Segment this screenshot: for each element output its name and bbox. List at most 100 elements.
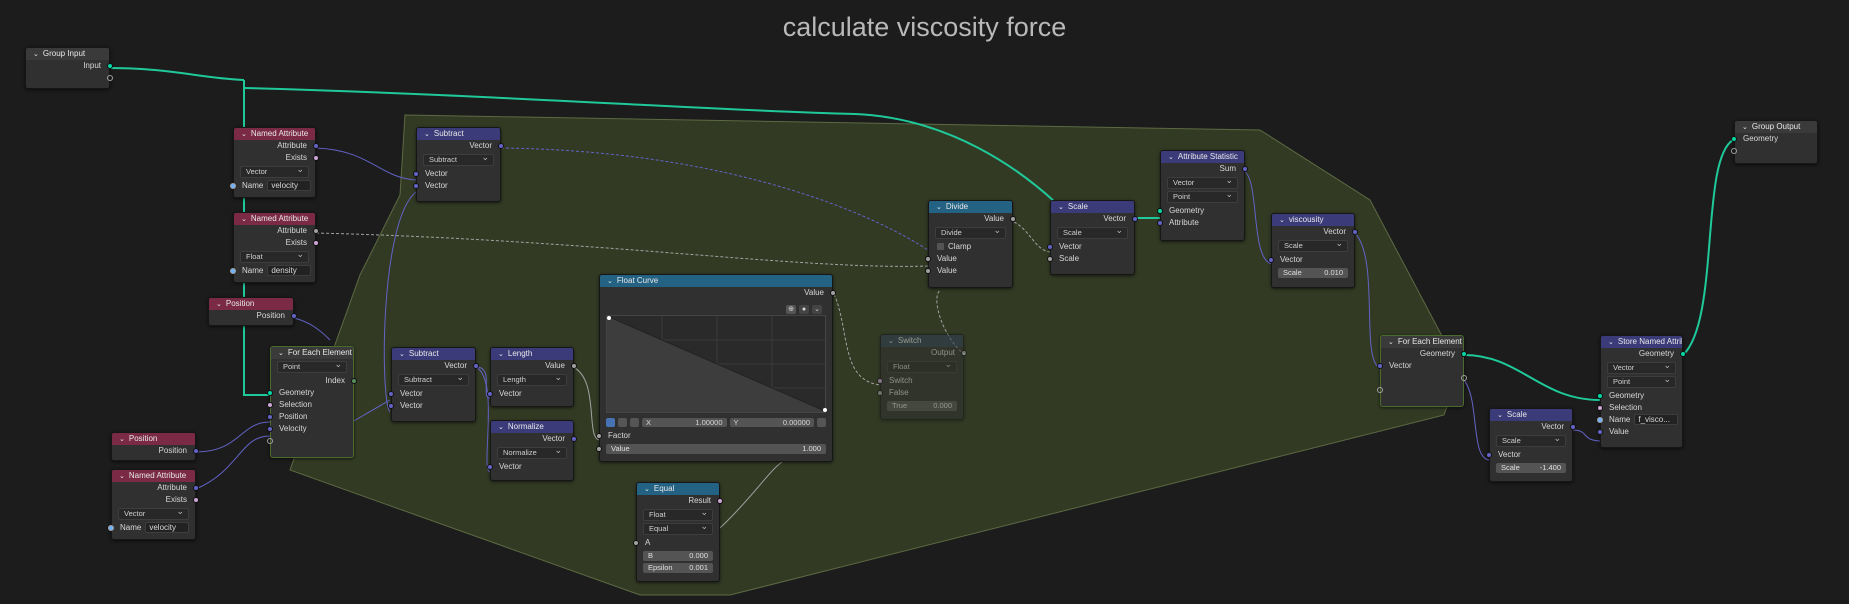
operation-dropdown[interactable]: Subtract bbox=[423, 152, 494, 166]
for-each-element-node[interactable]: ⌄ For Each Element Geometry Vector bbox=[1377, 335, 1467, 407]
chevron-down-icon[interactable]: ⌄ bbox=[1742, 122, 1748, 133]
chevron-down-icon[interactable]: ⌄ bbox=[119, 434, 125, 445]
chevron-down-icon[interactable]: ⌄ bbox=[936, 202, 942, 213]
boolean-socket[interactable] bbox=[877, 378, 883, 384]
true-field[interactable]: True 0.000 bbox=[887, 401, 957, 411]
string-socket[interactable] bbox=[108, 525, 114, 531]
chevron-down-icon[interactable]: ⌄ bbox=[1168, 152, 1174, 163]
node-header[interactable]: ⌄ Subtract bbox=[392, 348, 475, 360]
y-field[interactable]: Y 0.00000 bbox=[729, 418, 814, 427]
group-input-node[interactable]: ⌄ Group Input Input bbox=[25, 47, 113, 89]
name-field[interactable]: f_visco... bbox=[1634, 414, 1679, 425]
boolean-socket[interactable] bbox=[717, 498, 723, 504]
chevron-down-icon[interactable]: ⌄ bbox=[1608, 337, 1614, 348]
compare-equal-node[interactable]: ⌄Equal Result Float Equal A B0.000 Epsil… bbox=[633, 482, 723, 582]
vector-socket[interactable] bbox=[193, 448, 199, 454]
attribute-statistic-node[interactable]: ⌄Attribute Statistic Sum Vector Point Ge… bbox=[1157, 150, 1248, 241]
zoom-icon[interactable]: ⊕ bbox=[786, 305, 796, 314]
vector-socket[interactable] bbox=[1132, 216, 1138, 222]
domain-dropdown[interactable]: Point bbox=[1167, 189, 1238, 203]
float-socket[interactable] bbox=[596, 433, 602, 439]
viscosity-scale-node[interactable]: ⌄viscousity Vector Scale Vector Scale 0.0… bbox=[1268, 213, 1358, 288]
vector-socket[interactable] bbox=[498, 143, 504, 149]
node-header[interactable]: ⌄ Float Curve bbox=[600, 275, 832, 287]
boolean-socket[interactable] bbox=[313, 240, 319, 246]
chevron-down-icon[interactable]: ⌄ bbox=[1388, 337, 1394, 348]
clamped-handle-icon[interactable] bbox=[630, 418, 639, 427]
epsilon-field[interactable]: Epsilon 0.001 bbox=[643, 563, 713, 573]
geometry-socket[interactable] bbox=[1157, 208, 1163, 214]
operation-dropdown[interactable]: Scale bbox=[1057, 225, 1128, 239]
x-field[interactable]: X 1.00000 bbox=[642, 418, 727, 427]
data-type-dropdown[interactable]: Float bbox=[887, 359, 957, 373]
operation-dropdown[interactable]: Normalize bbox=[497, 445, 567, 459]
group-output-node[interactable]: ⌄ Group Output Geometry bbox=[1731, 120, 1818, 164]
chevron-down-icon[interactable]: ⌄ bbox=[119, 471, 125, 482]
empty-socket[interactable] bbox=[267, 438, 273, 444]
chevron-down-icon[interactable]: ⌄ bbox=[498, 422, 504, 433]
float-socket[interactable] bbox=[961, 350, 967, 356]
node-header[interactable]: ⌄ Named Attribute bbox=[234, 213, 315, 225]
geometry-socket[interactable] bbox=[107, 63, 113, 69]
node-header[interactable]: ⌄ Length bbox=[491, 348, 573, 360]
node-header[interactable]: ⌄ Equal bbox=[637, 483, 719, 495]
float-socket[interactable] bbox=[633, 540, 639, 546]
vector-math-scale-node[interactable]: ⌄Scale Vector Scale Vector Scale-1.400 bbox=[1486, 408, 1576, 482]
float-socket[interactable] bbox=[925, 256, 931, 262]
vector-socket[interactable] bbox=[1570, 424, 1576, 430]
chevron-down-icon[interactable]: ⌄ bbox=[888, 336, 894, 347]
curve-point[interactable] bbox=[823, 408, 827, 412]
chevron-down-icon[interactable]: ⌄ bbox=[644, 484, 650, 495]
curve-point[interactable] bbox=[607, 316, 611, 320]
operation-dropdown[interactable]: Subtract bbox=[398, 372, 469, 386]
chevron-down-icon[interactable]: ⌄ bbox=[241, 214, 247, 225]
clamp-checkbox-row[interactable]: Clamp bbox=[929, 241, 1012, 253]
chevron-down-icon[interactable]: ⌄ bbox=[216, 299, 222, 310]
operation-dropdown[interactable]: Length bbox=[497, 372, 567, 386]
chevron-down-icon[interactable]: ⌄ bbox=[1279, 215, 1285, 226]
named-attribute-node[interactable]: ⌄ Named Attribute Attribute Exists Float … bbox=[230, 212, 319, 283]
geometry-socket[interactable] bbox=[1461, 351, 1467, 357]
vector-socket[interactable] bbox=[1377, 363, 1383, 369]
operation-dropdown[interactable]: Equal bbox=[643, 521, 713, 535]
chevron-down-icon[interactable]: ⌄ bbox=[241, 129, 247, 140]
node-header[interactable]: ⌄ Position bbox=[112, 433, 195, 445]
value-field[interactable]: Value 1.000 bbox=[596, 444, 826, 454]
string-socket[interactable] bbox=[1597, 417, 1603, 423]
vector-socket[interactable] bbox=[487, 391, 493, 397]
vector-socket[interactable] bbox=[291, 313, 297, 319]
data-type-dropdown[interactable]: Float bbox=[643, 507, 713, 521]
node-header[interactable]: ⌄ Switch bbox=[881, 335, 963, 347]
vector-socket[interactable] bbox=[267, 426, 273, 432]
integer-socket[interactable] bbox=[351, 378, 357, 384]
operation-dropdown[interactable]: Scale bbox=[1278, 238, 1348, 252]
geometry-socket[interactable] bbox=[1731, 136, 1737, 142]
chevron-down-icon[interactable]: ⌄ bbox=[607, 276, 613, 287]
node-editor-canvas[interactable]: calculate viscosity force ⌄Group Input bbox=[0, 0, 1849, 604]
data-type-dropdown[interactable]: Float bbox=[240, 249, 309, 263]
node-header[interactable]: ⌄ Position bbox=[209, 298, 293, 310]
float-socket[interactable] bbox=[571, 363, 577, 369]
b-field[interactable]: B 0.000 bbox=[643, 551, 713, 561]
node-header[interactable]: ⌄Store Named Attrib... bbox=[1601, 336, 1682, 348]
vector-socket[interactable] bbox=[1157, 220, 1163, 226]
string-socket[interactable] bbox=[230, 268, 236, 274]
node-header[interactable]: ⌄ Divide bbox=[929, 201, 1012, 213]
store-named-attribute-node[interactable]: ⌄Store Named Attrib... Geometry Vector P… bbox=[1597, 335, 1686, 448]
position-node[interactable]: ⌄ Position Position bbox=[208, 297, 297, 326]
vector-socket[interactable] bbox=[1597, 429, 1603, 435]
node-header[interactable]: ⌄ Group Input bbox=[26, 48, 109, 60]
node-header[interactable]: ⌄ Scale bbox=[1490, 409, 1572, 421]
vector-socket[interactable] bbox=[487, 464, 493, 470]
data-type-dropdown[interactable]: Vector bbox=[240, 164, 309, 178]
node-header[interactable]: ⌄ Named Attribute bbox=[234, 128, 315, 140]
curve-graph[interactable] bbox=[606, 315, 828, 413]
name-field[interactable]: velocity bbox=[267, 180, 312, 191]
chevron-down-icon[interactable]: ⌄ bbox=[812, 305, 822, 314]
dot-icon[interactable]: ● bbox=[799, 305, 809, 314]
node-header[interactable]: ⌄ Normalize bbox=[491, 421, 573, 433]
vector-socket[interactable] bbox=[193, 485, 199, 491]
geometry-socket[interactable] bbox=[1597, 393, 1603, 399]
vector-socket[interactable] bbox=[1486, 452, 1492, 458]
vector-math-normalize-node[interactable]: ⌄Normalize Vector Normalize Vector bbox=[487, 420, 577, 481]
